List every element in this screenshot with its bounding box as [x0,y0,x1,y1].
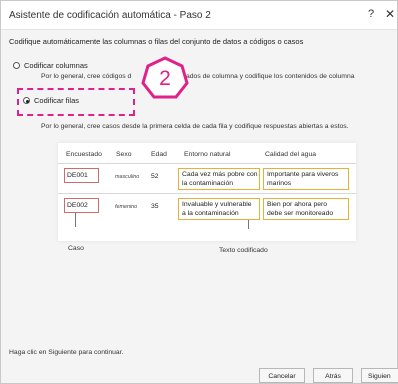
option-code-columns-desc-right: ados de columna y codifique los contenid… [186,73,355,80]
sex-cell-row1: masculino [115,174,140,180]
wizard-window: Asistente de codificación automática - P… [0,0,398,384]
step-callout-badge: 2 [140,56,190,100]
back-button[interactable]: Atrás [313,368,353,383]
table-header-calidad: Calidad del agua [265,151,317,158]
coded-text-water-row1: Importante para viveros marinos [263,168,349,190]
table-divider [58,193,356,194]
table-header-sexo: Sexo [116,151,132,158]
title-bar: Asistente de codificación automática - P… [1,1,397,30]
coded-pointer-line [248,220,249,229]
example-table: Encuestado Sexo Edad Entorno natural Cal… [58,143,356,241]
case-cell-de001: DE001 [64,168,99,183]
highlight-dashed-box [17,88,135,116]
coded-text-env-row1-line2: la contaminación [182,180,234,187]
coded-text-env-row2: Invaluable y vulnerable a la contaminaci… [178,198,260,220]
window-title: Asistente de codificación automática - P… [9,10,211,21]
radio-code-columns[interactable] [13,62,20,69]
case-cell-de002: DE002 [64,198,99,213]
option-code-rows-desc: Por lo general, cree casos desde la prim… [41,123,349,130]
footer-instruction: Haga clic en Siguiente para continuar. [9,349,124,356]
coded-text-water-row2-line2: debe ser monitoreado [267,210,334,217]
instruction-text: Codifique automáticamente las columnas o… [9,37,304,46]
coded-text-label: Texto codificado [219,247,268,254]
close-button[interactable]: ✕ [385,7,397,21]
table-header-edad: Edad [151,151,167,158]
table-divider [58,163,356,164]
coded-text-water-row2: Bien por ahora pero debe ser monitoreado [263,198,349,220]
help-button[interactable]: ? [365,7,377,21]
next-button[interactable]: Siguien [361,368,398,383]
age-cell-row1: 52 [151,173,159,180]
table-header-encuestado: Encuestado [66,151,102,158]
coded-text-env-row1-line1: Cada vez más pobre con [182,171,258,178]
coded-text-env-row2-line2: a la contaminación [182,210,239,217]
step-callout-number: 2 [159,67,171,90]
coded-text-env-row1: Cada vez más pobre con la contaminación [178,168,260,190]
table-header-entorno: Entorno natural [184,151,231,158]
case-pointer-line [75,213,76,227]
age-cell-row2: 35 [151,203,159,210]
case-label: Caso [68,245,84,252]
option-code-columns[interactable]: Codificar columnas [13,61,88,70]
option-code-columns-label: Codificar columnas [24,61,88,70]
sex-cell-row2: femenino [115,204,138,210]
coded-text-water-row1-line1: Importante para viveros [267,171,339,178]
coded-text-env-row2-line1: Invaluable y vulnerable [182,201,252,208]
cancel-button[interactable]: Cancelar [259,368,305,383]
coded-text-water-row1-line2: marinos [267,180,292,187]
coded-text-water-row2-line1: Bien por ahora pero [267,201,328,208]
option-code-columns-desc-left: Por lo general, cree códigos d [41,73,132,80]
